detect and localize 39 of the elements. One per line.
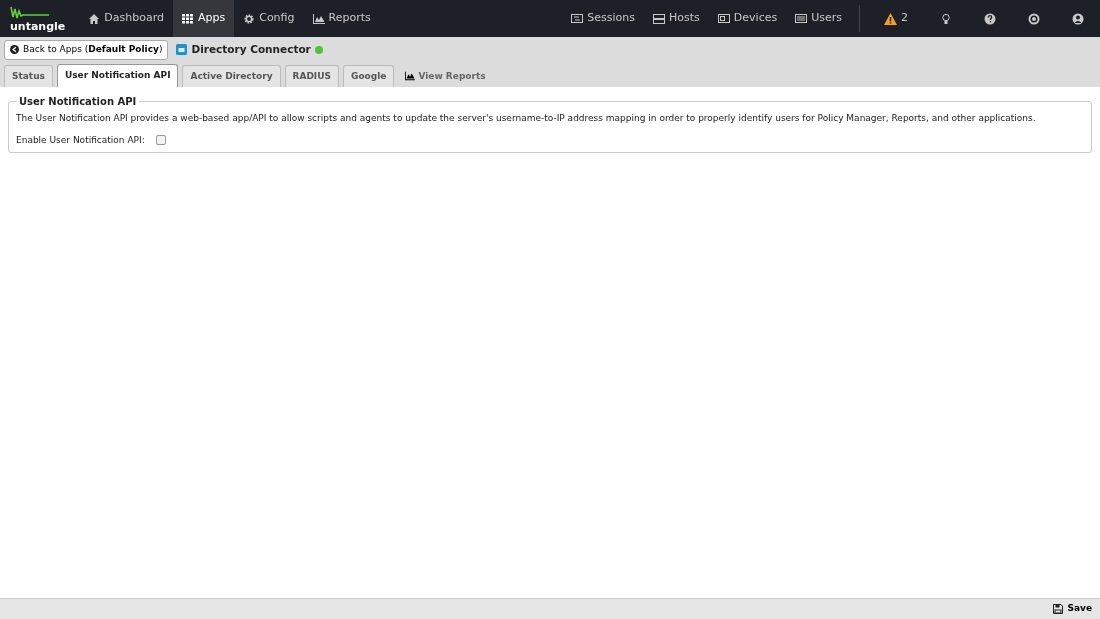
gear-icon [243,12,256,25]
tab[interactable]: Google [343,64,395,87]
logo-wave-icon [10,5,50,21]
alerts-button[interactable]: 2 [868,0,924,37]
lightbulb-icon [940,12,952,25]
save-button[interactable]: Save [1051,600,1094,618]
monitor-icon [571,12,584,25]
nav-link[interactable]: Apps [172,0,235,37]
field-label: Enable User Notification API: [16,133,146,147]
grid-icon [181,12,194,25]
nav-link[interactable]: Hosts [644,0,709,37]
tab[interactable]: Active Directory [182,64,281,87]
chart-icon [312,12,325,25]
tab[interactable]: Status [4,64,53,87]
nav-link[interactable]: Devices [708,0,787,37]
warning-icon [884,12,897,25]
nav-link[interactable]: Config [234,0,304,37]
user-icon [1072,12,1084,25]
nav-link[interactable]: Dashboard [79,0,173,37]
tab[interactable]: User Notification API [56,63,179,87]
app-title: Directory Connector [191,41,311,57]
description-text: The User Notification API provides a web-based app/API to allow scripts and agents to update the server's username-to-IP address mapping in order to properly identify users for Policy Manager, Reports, and other applications. [16,112,1037,125]
nav-link[interactable]: Users [786,0,851,37]
back-arrow-icon [10,45,19,55]
lifebuoy-icon [1028,12,1040,25]
nav-link[interactable]: Sessions [562,0,645,37]
users-grid-icon [795,12,808,25]
brand-name: untangle [10,21,66,32]
house-icon [88,12,101,25]
help-icon [984,12,996,25]
nav-link[interactable]: Reports [303,0,380,37]
back-button[interactable]: Back to Apps (Default Policy) [4,40,169,60]
devices-icon [717,12,730,25]
app-icon [176,44,188,56]
chart-icon [405,71,416,82]
server-icon [653,12,666,25]
tab[interactable]: RADIUS [284,64,339,87]
checkbox[interactable] [156,135,166,146]
reports-link[interactable]: View Reports [398,65,493,87]
